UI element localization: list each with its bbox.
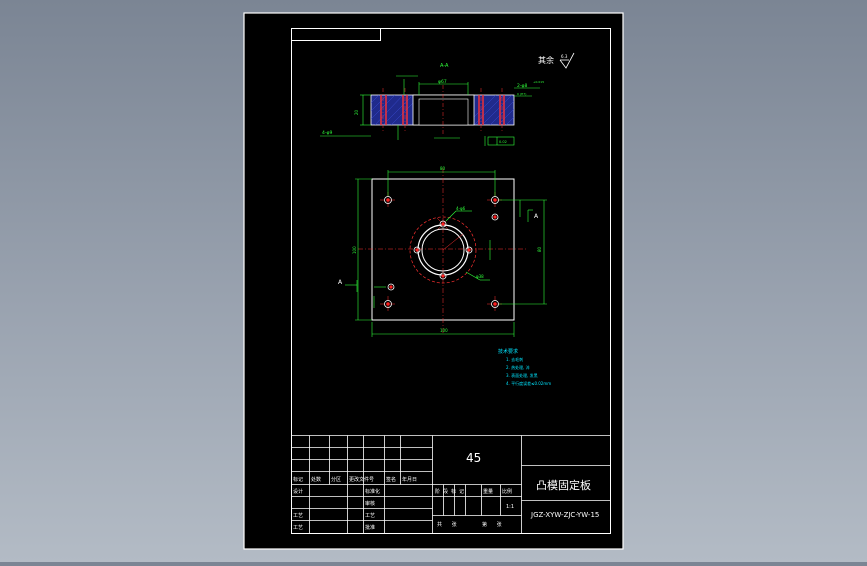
dim-top-view-height: 80 — [537, 246, 542, 252]
dim-left-height: 100 — [352, 246, 357, 254]
tech-req-title: 技术要求 — [498, 348, 518, 355]
label-sheet-no: 第 张 — [482, 521, 506, 528]
label-zone: 分区 — [331, 476, 341, 483]
label-change-doc: 更改文件号 — [349, 476, 374, 483]
dim-height: 20 — [354, 109, 359, 115]
roughness-value: 6.3 — [561, 54, 568, 59]
scale-value: 1:1 — [506, 504, 514, 510]
label-sheets-total: 共 张 — [437, 521, 461, 528]
drawing-sheet — [243, 12, 624, 550]
dim-top-view-width: 80 — [440, 166, 446, 171]
dim-circle: φ38 — [476, 274, 484, 279]
dim-left-holes: 4-φ9 — [322, 130, 332, 136]
label-sign: 签名 — [386, 476, 396, 483]
cad-viewport[interactable]: A-A 其余 6.3 φ67 4-φ9 2-φ8 +0.015 0 (H7) 2… — [0, 0, 867, 562]
dim-right-sub: 0 (H7) — [517, 92, 526, 96]
tech-req-item-3: 3. 表面处理, 发黑 — [506, 372, 538, 378]
label-ratio: 比例 — [502, 488, 512, 495]
label-date: 年月日 — [402, 476, 417, 483]
dim-top-width: φ67 — [438, 79, 447, 85]
drawing-number: JGZ-XYW-ZJC-YW-15 — [530, 511, 599, 519]
label-stage-mark: 阶段标记 — [435, 488, 467, 495]
label-craft-2: 工艺 — [293, 525, 303, 531]
label-count: 处数 — [311, 476, 321, 483]
roughness-note: 其余 — [538, 55, 554, 65]
label-mark: 标记 — [293, 476, 303, 483]
label-weight: 重量 — [483, 488, 493, 495]
tech-req-item-1: 1. 去毛刺 — [506, 356, 523, 362]
dim-bottom-width: 100 — [440, 328, 448, 333]
dim-pin-label: 4-φ6 — [456, 206, 466, 211]
material-text: 45 — [466, 451, 481, 465]
label-approve: 批准 — [365, 524, 375, 531]
part-name: 凸模固定板 — [536, 478, 591, 492]
section-label: A-A — [440, 63, 449, 69]
dim-right-tol: +0.015 — [533, 80, 544, 84]
tech-req-item-2: 2. 热处理, 淬 — [506, 364, 530, 370]
tech-req-item-4: 4. 平行度误差≤0.02mm — [506, 380, 551, 386]
label-craft: 工艺 — [365, 513, 375, 519]
dim-right-holes: 2-φ8 — [517, 83, 527, 89]
label-standardize: 标准化 — [365, 488, 380, 495]
label-process: 工艺 — [293, 513, 303, 519]
label-review: 审核 — [365, 500, 375, 507]
label-design: 设计 — [293, 488, 303, 495]
drawing-canvas: A-A 其余 6.3 φ67 4-φ9 2-φ8 +0.015 0 (H7) 2… — [243, 12, 624, 550]
dim-flatness: 0.02 — [499, 140, 507, 144]
